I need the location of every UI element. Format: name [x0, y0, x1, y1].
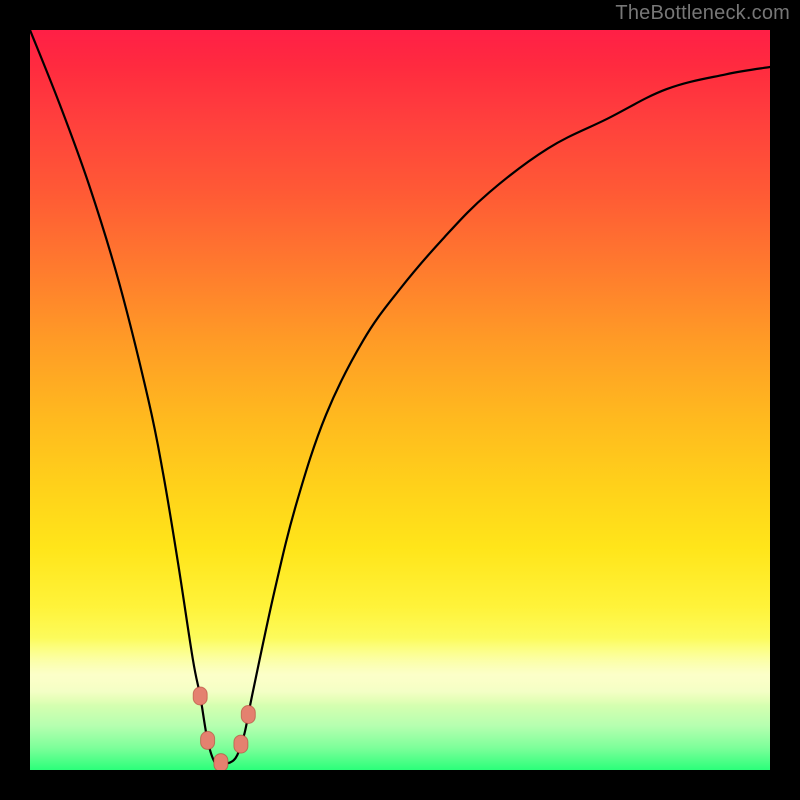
- point-b: [201, 731, 215, 749]
- chart-frame: TheBottleneck.com: [0, 0, 800, 800]
- point-d: [234, 735, 248, 753]
- point-c: [214, 754, 228, 770]
- watermark-text: TheBottleneck.com: [615, 2, 790, 25]
- bottleneck-curve: [30, 30, 770, 764]
- point-e: [241, 706, 255, 724]
- point-a: [193, 687, 207, 705]
- plot-area: [30, 30, 770, 770]
- curve-layer: [30, 30, 770, 770]
